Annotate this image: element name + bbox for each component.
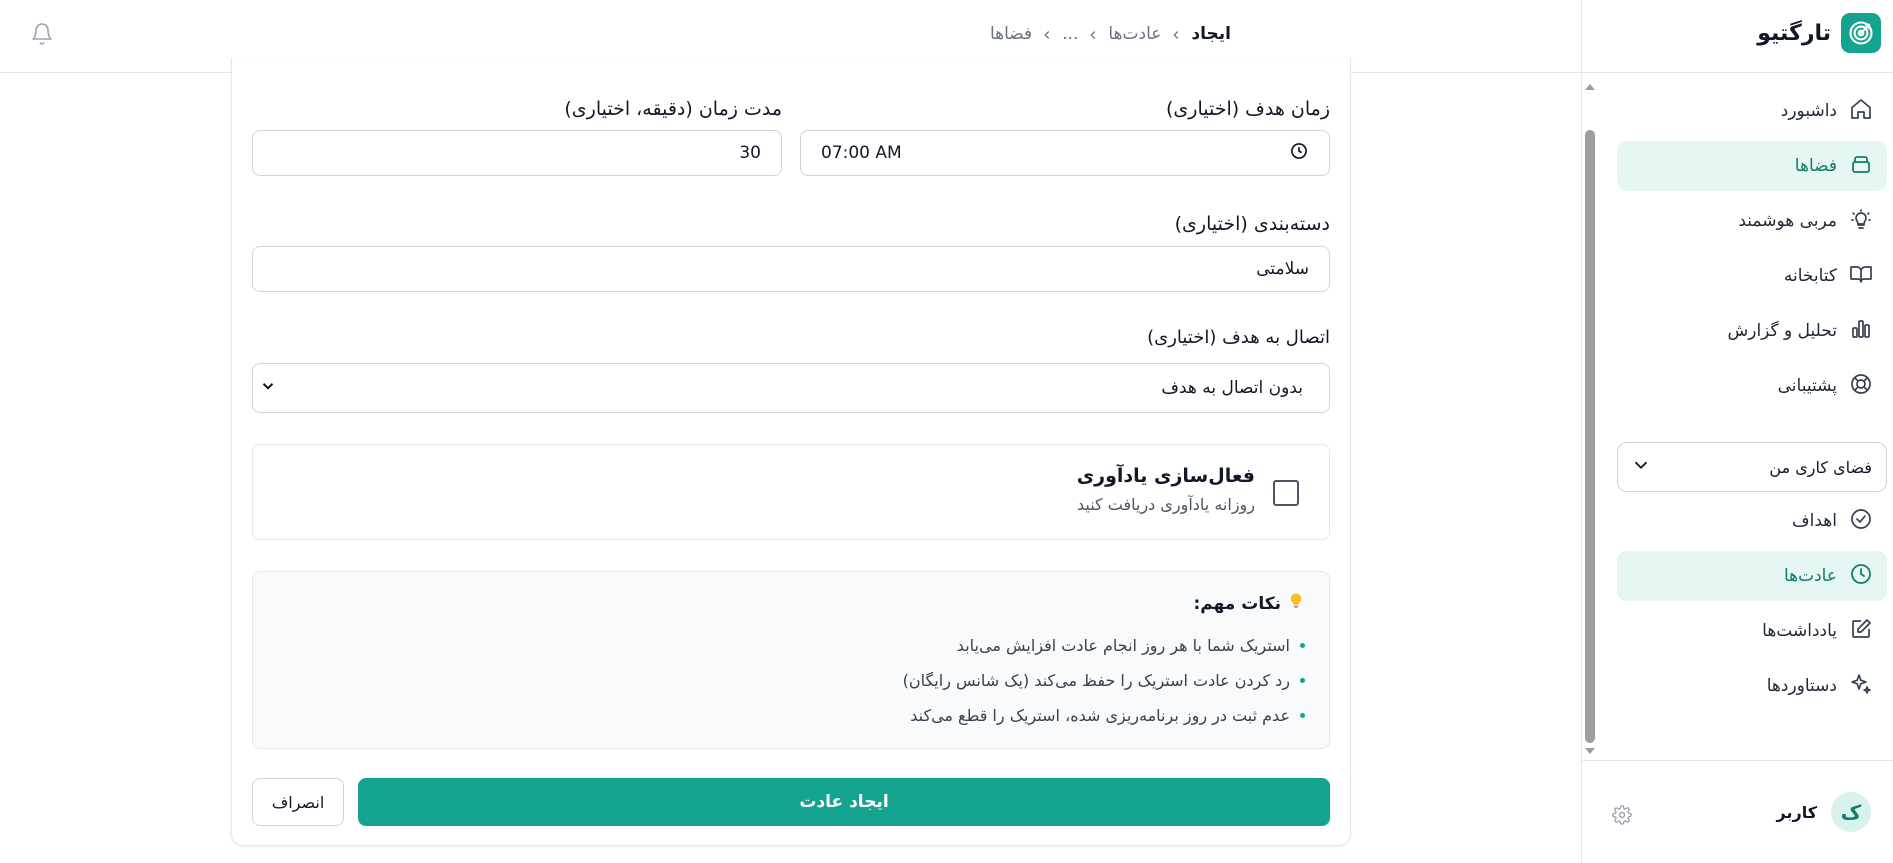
brand[interactable]: تارگتیو [1757,13,1881,53]
habit-form-card: زمان هدف (اختیاری) 07:00 AM مدت زمان (دق… [231,58,1351,846]
workspace-select-value: فضای کاری من [1769,457,1872,477]
tips-title: نکات مهم: [1193,593,1281,614]
sidebar-item-notes[interactable]: یادداشت‌ها [1617,606,1887,656]
divider [1581,760,1893,761]
reminder-title: فعال‌سازی یادآوری [1076,465,1255,487]
category-label: دسته‌بندی (اختیاری) [1174,213,1330,235]
list-item: عدم ثبت در روز برنامه‌ریزی شده، استریک ر… [903,698,1305,733]
brand-name: تارگتیو [1757,20,1831,46]
create-habit-button[interactable]: ایجاد عادت [358,778,1330,826]
workspace-nav: اهداف عادت‌ها یادداشت‌ها دستاوردها [1617,496,1887,716]
target-time-value: 07:00 AM [821,143,902,163]
divider [1581,72,1893,73]
sidebar-item-library[interactable]: کتابخانه [1617,251,1887,301]
goal-link-label: اتصال به هدف (اختیاری) [1147,327,1330,348]
target-time-label: زمان هدف (اختیاری) [1165,98,1330,120]
list-item: استریک شما با هر روز انجام عادت افزایش م… [903,628,1305,663]
tips-list: استریک شما با هر روز انجام عادت افزایش م… [903,628,1305,733]
sidebar-item-label: یادداشت‌ها [1762,621,1837,641]
goal-link-value: بدون اتصال به هدف [1161,378,1303,398]
scroll-up-arrow-icon[interactable] [1583,79,1597,93]
book-icon [1849,262,1873,291]
user-profile[interactable]: ک کاربر [1777,792,1871,832]
category-value: سلامتی [1256,259,1309,279]
chart-icon [1849,317,1873,346]
reminder-checkbox[interactable] [1273,480,1299,506]
bullet-icon [1300,643,1305,648]
breadcrumb-ellipsis[interactable]: ... [1062,24,1078,44]
breadcrumb-spaces[interactable]: فضاها [990,24,1032,44]
sidebar-item-label: داشبورد [1780,101,1837,121]
list-item: رد کردن عادت استریک را حفظ می‌کند (یک شا… [903,663,1305,698]
scroll-down-arrow-icon[interactable] [1583,743,1597,757]
sidebar-item-label: کتابخانه [1783,266,1837,286]
duration-input[interactable]: 30 [252,130,782,176]
sidebar-item-habits[interactable]: عادت‌ها [1617,551,1887,601]
bullet-icon [1300,678,1305,683]
clock-icon[interactable] [1289,141,1309,166]
main-nav: داشبورد فضاها مربی هوشمند کتابخانه تحلیل… [1617,86,1887,416]
chevron-down-icon [259,377,277,400]
sidebar-item-label: دستاوردها [1766,676,1837,696]
sidebar-item-goals[interactable]: اهداف [1617,496,1887,546]
reminder-card: فعال‌سازی یادآوری روزانه یادآوری دریافت … [252,444,1330,540]
user-name: کاربر [1776,802,1817,822]
avatar: ک [1831,792,1871,832]
duration-label: مدت زمان (دقیقه، اختیاری) [564,98,782,120]
goal-link-select[interactable]: بدون اتصال به هدف [252,363,1330,413]
sidebar-item-smart-coach[interactable]: مربی هوشمند [1617,196,1887,246]
reminder-subtitle: روزانه یادآوری دریافت کنید [1077,495,1255,514]
bell-icon[interactable] [30,22,54,46]
target-time-input[interactable]: 07:00 AM [800,130,1330,176]
sidebar-item-support[interactable]: پشتیبانی [1617,361,1887,411]
scrollbar-thumb[interactable] [1585,130,1595,743]
check-circle-icon [1849,507,1873,536]
sidebar-item-label: اهداف [1792,511,1837,531]
sidebar-item-label: تحلیل و گزارش [1727,321,1837,341]
sidebar-item-analytics[interactable]: تحلیل و گزارش [1617,306,1887,356]
target-icon [1841,13,1881,53]
tip-text: استریک شما با هر روز انجام عادت افزایش م… [956,636,1290,655]
chevron-left-icon [1086,27,1100,41]
sidebar-item-label: مربی هوشمند [1738,211,1837,231]
breadcrumb-habits[interactable]: عادت‌ها [1108,24,1161,44]
sidebar-item-label: عادت‌ها [1783,566,1837,586]
bullet-icon [1300,713,1305,718]
breadcrumb-current: ایجاد [1191,24,1231,44]
sparkles-icon [1849,672,1873,701]
tip-text: عدم ثبت در روز برنامه‌ریزی شده، استریک ر… [910,706,1290,725]
edit-icon [1849,617,1873,646]
tip-text: رد کردن عادت استریک را حفظ می‌کند (یک شا… [902,671,1290,690]
chevron-down-icon [1630,454,1652,480]
clock-icon [1849,562,1873,591]
layers-icon [1849,152,1873,181]
lightbulb-icon [1287,592,1305,615]
workspace-select[interactable]: فضای کاری من [1617,442,1887,492]
lifebuoy-icon [1849,372,1873,401]
sidebar-item-spaces[interactable]: فضاها [1617,141,1887,191]
sidebar-item-label: پشتیبانی [1777,376,1837,396]
duration-value: 30 [739,143,761,163]
breadcrumb: فضاها ... عادت‌ها ایجاد [990,20,1231,48]
scrollbar[interactable] [1583,75,1597,763]
chevron-left-icon [1169,27,1183,41]
sidebar-item-achievements[interactable]: دستاوردها [1617,661,1887,711]
sidebar: تارگتیو داشبورد فضاها مربی هوشمند کتابخا… [1581,0,1893,863]
home-icon [1849,97,1873,126]
chevron-left-icon [1040,27,1054,41]
cancel-button[interactable]: انصراف [252,778,344,826]
sidebar-item-label: فضاها [1794,156,1837,176]
sidebar-item-dashboard[interactable]: داشبورد [1617,86,1887,136]
tips-panel: نکات مهم: استریک شما با هر روز انجام عاد… [252,571,1330,749]
lightbulb-icon [1849,207,1873,236]
gear-icon[interactable] [1612,805,1632,825]
category-input[interactable]: سلامتی [252,246,1330,292]
tips-heading: نکات مهم: [1193,592,1305,615]
